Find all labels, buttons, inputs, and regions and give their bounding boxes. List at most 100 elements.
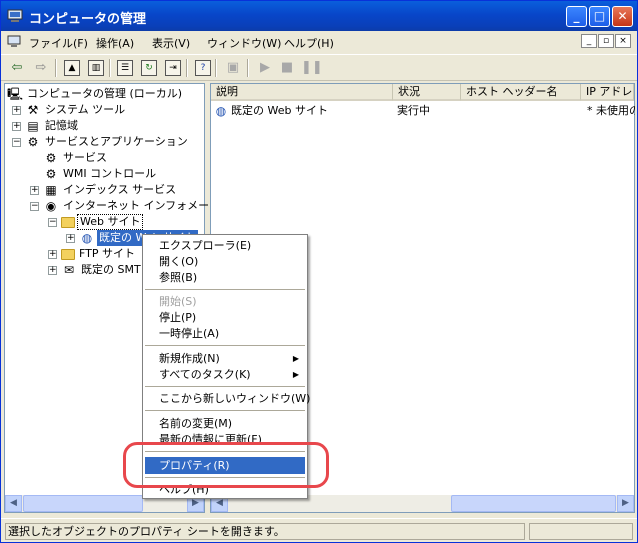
tree-item-services-applications[interactable]: ⚙ サービスとアプリケーション — [25, 134, 190, 150]
list-item-status: 実行中 — [397, 104, 430, 117]
tree-item-storage[interactable]: ▤ 記憶域 — [25, 118, 80, 134]
menu-item-start: 開始(S) — [159, 295, 197, 308]
list-item-ip: * 未使用の — [587, 104, 635, 117]
scrollbar-thumb[interactable] — [451, 495, 616, 512]
list-item-name: 既定の Web サイト — [231, 104, 328, 117]
mdi-close-button[interactable]: × — [615, 34, 631, 48]
menu-separator — [145, 289, 305, 290]
minimize-button[interactable]: _ — [566, 6, 587, 27]
tree-item-wmi-control[interactable]: ⚙ WMI コントロール — [43, 166, 158, 182]
menu-item-browse[interactable]: 参照(B) — [145, 269, 305, 286]
menu-item-stop[interactable]: 停止(P) — [145, 309, 305, 326]
iis-icon: ◉ — [45, 199, 57, 213]
mdi-minimize-button[interactable]: _ — [581, 34, 597, 48]
menu-view[interactable]: 表示(V) — [152, 35, 190, 51]
collapse-toggle[interactable]: − — [30, 202, 39, 211]
toolbar-separator — [215, 59, 217, 77]
close-button[interactable]: ✕ — [612, 6, 633, 27]
menu-separator — [145, 345, 305, 346]
smtp-icon: ✉ — [63, 263, 75, 277]
forward-arrow-icon[interactable]: ⇨ — [33, 60, 49, 76]
web-site-icon: ◍ — [81, 231, 93, 245]
start-icon[interactable]: ▶ — [257, 60, 273, 76]
tree-item-iis[interactable]: ◉ インターネット インフォメーシ — [43, 198, 222, 214]
annotation-highlight-ring — [123, 442, 329, 488]
menu-action[interactable]: 操作(A) — [96, 35, 134, 51]
back-arrow-icon[interactable]: ⇦ — [9, 60, 25, 76]
indexing-service-icon: ▦ — [45, 183, 57, 197]
wmi-icon: ⚙ — [45, 167, 57, 181]
stop-icon[interactable]: ■ — [279, 60, 295, 76]
menu-item-pause[interactable]: 一時停止(A) — [145, 325, 305, 342]
submenu-arrow-icon: ▶ — [292, 370, 299, 379]
menu-separator — [145, 386, 305, 387]
collapse-toggle[interactable]: − — [48, 218, 57, 227]
list-item[interactable]: ◍ 既定の Web サイト — [213, 103, 393, 119]
help-icon[interactable]: ? — [195, 60, 211, 76]
menu-file[interactable]: ファイル(F) — [29, 35, 88, 51]
mdi-window-icon[interactable] — [7, 35, 21, 48]
export-list-icon[interactable]: ⇥ — [165, 60, 181, 76]
menu-window[interactable]: ウィンドウ(W) — [207, 35, 281, 51]
menu-separator — [145, 410, 305, 411]
storage-icon: ▤ — [27, 119, 39, 133]
submenu-arrow-icon: ▶ — [292, 354, 299, 363]
expand-toggle[interactable]: + — [12, 122, 21, 131]
menu-item-rename[interactable]: 名前の変更(M) — [145, 415, 305, 432]
toolbar: ⇦ ⇨ ▲ ▥ ☰ ↻ ⇥ ? ▣ ▶ ■ ❚❚ — [1, 54, 637, 81]
show-hide-tree-icon[interactable]: ▥ — [88, 60, 104, 76]
collapse-toggle[interactable]: − — [12, 138, 21, 147]
scrollbar-thumb[interactable] — [23, 495, 143, 512]
window-title: コンピュータの管理 — [29, 12, 147, 27]
properties-icon[interactable]: ☰ — [117, 60, 133, 76]
tree-item-system-tools[interactable]: ⚒ システム ツール — [25, 102, 127, 118]
expand-toggle[interactable]: + — [48, 250, 57, 259]
computer-icon[interactable]: ▣ — [225, 60, 241, 76]
menu-item-open[interactable]: 開く(O) — [145, 253, 305, 270]
menu-bar: ファイル(F) 操作(A) 表示(V) ウィンドウ(W) ヘルプ(H) _ ▫ … — [1, 32, 637, 52]
tree-item-web-sites[interactable]: Web サイト — [61, 214, 144, 230]
menu-item-explore[interactable]: エクスプローラ(E) — [145, 237, 305, 254]
menu-help[interactable]: ヘルプ(H) — [284, 35, 334, 51]
menu-item-new[interactable]: 新規作成(N) ▶ — [145, 350, 305, 367]
services-applications-icon: ⚙ — [27, 135, 39, 149]
status-panel — [529, 523, 633, 540]
tree-item-default-smtp[interactable]: ✉ 既定の SMT — [61, 262, 143, 278]
toolbar-separator — [186, 59, 188, 77]
tree-item-services[interactable]: ⚙ サービス — [43, 150, 109, 166]
status-text: 選択したオブジェクトのプロパティ シートを開きます。 — [5, 523, 525, 540]
mdi-controls: _ ▫ × — [581, 34, 631, 48]
tree-item-indexing-service[interactable]: ▦ インデックス サービス — [43, 182, 178, 198]
tools-icon: ⚒ — [27, 103, 39, 117]
column-header-ip-address[interactable]: IP アドレス — [581, 84, 634, 101]
folder-icon — [61, 217, 75, 228]
up-folder-icon[interactable]: ▲ — [64, 60, 80, 76]
title-bar[interactable]: コンピュータの管理 _ □ ✕ — [1, 1, 637, 31]
refresh-icon[interactable]: ↻ — [141, 60, 157, 76]
tree-item-ftp-sites[interactable]: FTP サイト — [61, 246, 137, 262]
expand-toggle[interactable]: + — [30, 186, 39, 195]
pause-icon[interactable]: ❚❚ — [301, 60, 323, 76]
maximize-button[interactable]: □ — [589, 6, 610, 27]
tree-item-root[interactable]: 🖳 コンピュータの管理 (ローカル) — [7, 86, 184, 102]
menu-item-all-tasks[interactable]: すべてのタスク(K) ▶ — [145, 366, 305, 383]
expand-toggle[interactable]: + — [66, 234, 75, 243]
column-header-status[interactable]: 状況 — [393, 84, 461, 101]
expand-toggle[interactable]: + — [12, 106, 21, 115]
services-gear-icon: ⚙ — [45, 151, 57, 165]
toolbar-separator — [247, 59, 249, 77]
computer-management-icon — [7, 9, 23, 22]
web-site-icon: ◍ — [215, 104, 227, 118]
mdi-restore-button[interactable]: ▫ — [598, 34, 614, 48]
column-header-host-header[interactable]: ホスト ヘッダー名 — [461, 84, 581, 101]
scroll-right-arrow-icon[interactable]: ▶ — [617, 495, 634, 512]
toolbar-separator — [55, 59, 57, 77]
folder-icon — [61, 249, 75, 260]
status-bar: 選択したオブジェクトのプロパティ シートを開きます。 — [1, 518, 637, 542]
column-header-description[interactable]: 説明 — [211, 84, 393, 101]
computer-icon: 🖳 — [7, 87, 24, 101]
expand-toggle[interactable]: + — [48, 266, 57, 275]
scroll-left-arrow-icon[interactable]: ◀ — [5, 495, 22, 512]
menu-item-new-window-from-here[interactable]: ここから新しいウィンドウ(W) — [145, 390, 310, 407]
toolbar-separator — [109, 59, 111, 77]
